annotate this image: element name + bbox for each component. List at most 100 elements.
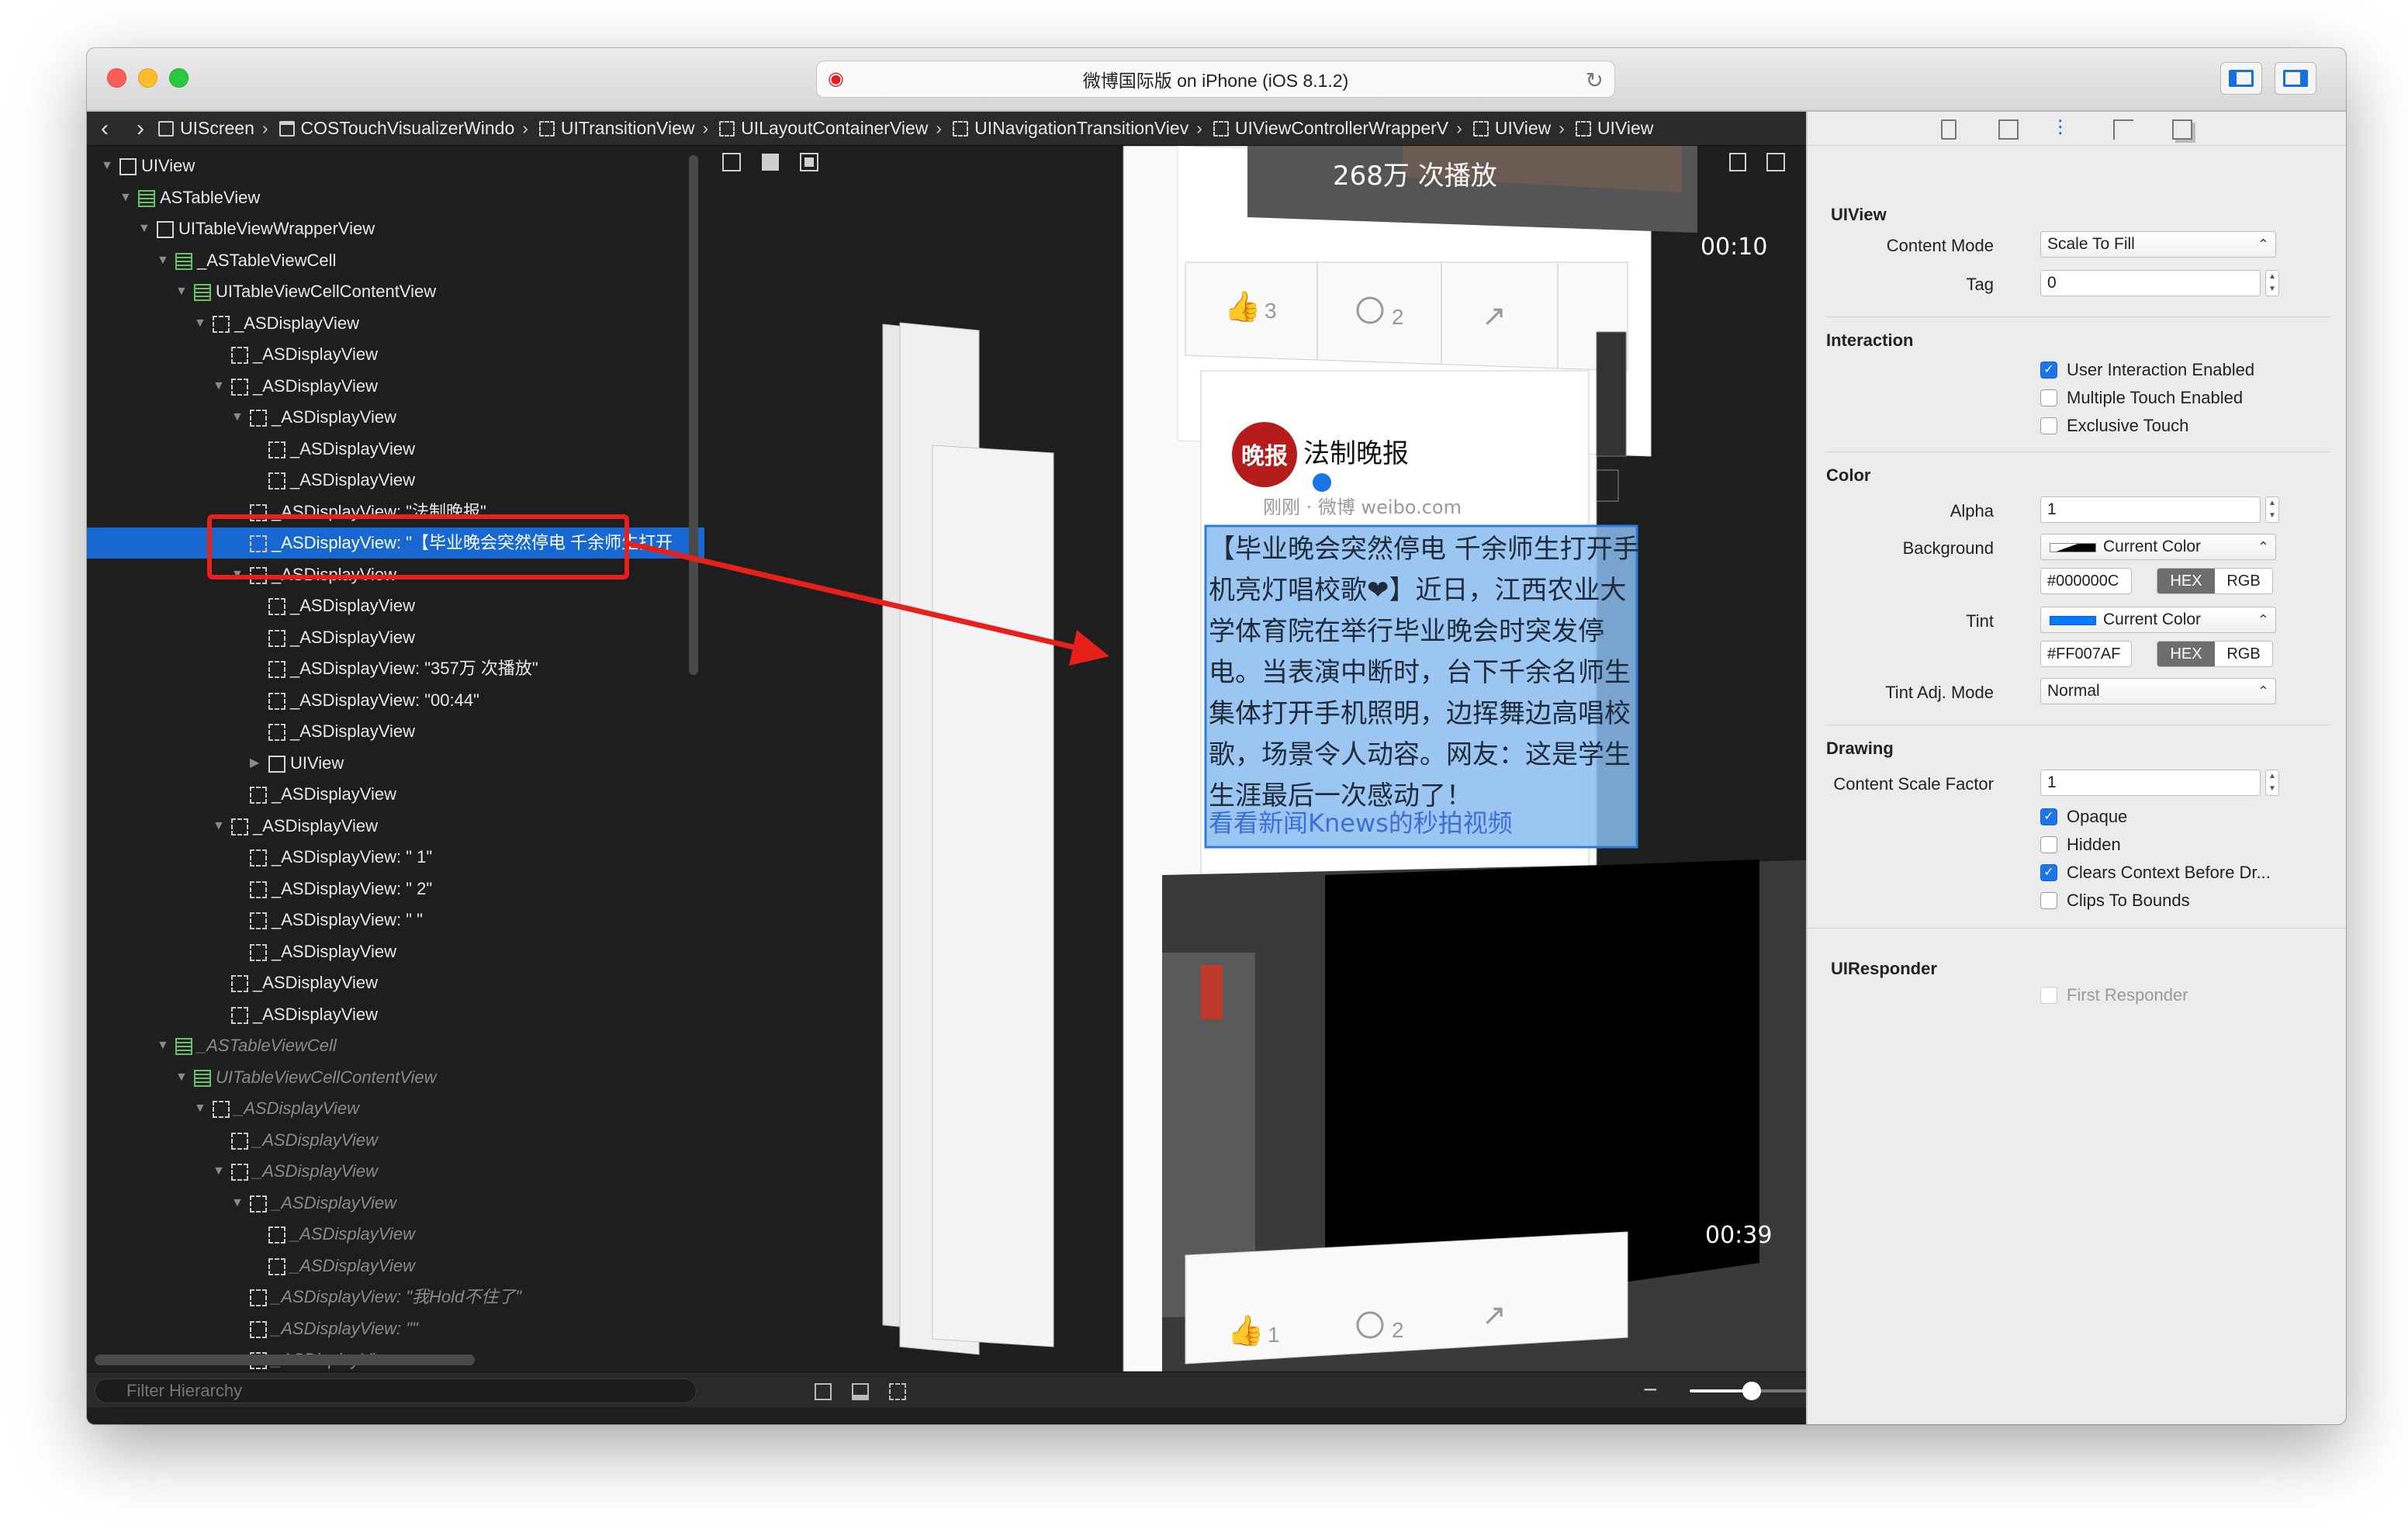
tree-row[interactable]: ▼ _ASDisplayView [87,811,704,842]
breadcrumb-item[interactable]: UILayoutContainerView › [719,118,946,139]
tree-row[interactable]: ▼ _ASDisplayView [87,402,704,433]
resize-icon[interactable] [1766,153,1785,171]
multiple-touch-checkbox[interactable]: Multiple Touch Enabled [2040,386,2243,410]
tree-row[interactable]: _ASDisplayView [87,936,704,967]
tree-row[interactable]: ▼ UITableViewCellContentView [87,1062,704,1093]
tree-row[interactable]: _ASDisplayView [87,999,704,1030]
show-wireframe-icon[interactable] [889,1383,906,1400]
tree-row[interactable]: _ASDisplayView [87,779,704,810]
disclosure-triangle-icon[interactable]: ▼ [101,150,113,182]
back-arrow-icon[interactable]: ‹ [87,116,123,142]
disclosure-triangle-icon[interactable]: ▶ [250,748,259,779]
breadcrumb-item[interactable]: UITransitionView › [538,118,713,139]
tree-horizontal-scrollbar[interactable] [95,1354,475,1365]
tree-row[interactable]: ▼ ASTableView [87,182,704,213]
first-responder-checkbox[interactable]: First Responder [2040,984,2188,1007]
tree-row[interactable]: _ASDisplayView: "" [87,1313,704,1344]
orientation-icon[interactable] [1729,153,1746,171]
object-inspector-icon[interactable] [2172,119,2192,140]
disclosure-triangle-icon[interactable]: ▼ [213,1156,225,1187]
tint-adj-select[interactable]: Normal [2040,678,2276,704]
toggle-navigator-button[interactable] [2220,62,2262,95]
tint-format-toggle[interactable]: HEX RGB [2157,641,2273,667]
breadcrumb-item[interactable]: UIViewControllerWrapperV › [1213,118,1467,139]
clears-context-checkbox[interactable]: ✓ Clears Context Before Dr... [2040,861,2271,884]
disclosure-triangle-icon[interactable]: ▼ [194,308,206,339]
background-format-toggle[interactable]: HEX RGB [2157,568,2273,594]
tree-row[interactable]: _ASDisplayView [87,434,704,465]
forward-arrow-icon[interactable]: › [123,116,158,142]
tree-row[interactable]: _ASDisplayView: "我Hold不住了" [87,1282,704,1313]
tag-stepper[interactable]: ▲ ▼ [2265,270,2279,296]
tree-row[interactable]: ▼ UIView [87,150,704,182]
disclosure-triangle-icon[interactable]: ▼ [213,371,225,402]
reload-icon[interactable]: ↻ [1586,67,1604,93]
tree-row[interactable]: _ASDisplayView [87,1125,704,1156]
tree-row[interactable]: ▼ UITableViewCellContentView [87,276,704,307]
disclosure-triangle-icon[interactable]: ▼ [213,811,225,842]
file-inspector-icon[interactable] [1941,119,1956,140]
tree-row[interactable]: ▼ _ASTableViewCell [87,1030,704,1061]
tree-vertical-scrollbar[interactable] [689,155,698,675]
disclosure-triangle-icon[interactable]: ▼ [175,276,188,307]
dropdown-chevron-icon[interactable] [1596,469,1619,502]
hidden-checkbox[interactable]: Hidden [2040,833,2121,856]
user-interaction-checkbox[interactable]: ✓ User Interaction Enabled [2040,358,2254,382]
wireframe-toggle-icon[interactable] [722,153,741,171]
content-scale-field[interactable]: 1 [2040,770,2261,796]
exclusive-touch-checkbox[interactable]: Exclusive Touch [2040,414,2188,438]
breadcrumb-item[interactable]: UINavigationTransitionViev › [953,118,1207,139]
disclosure-triangle-icon[interactable]: ▼ [175,1062,188,1093]
content-toggle-icon[interactable] [762,154,779,171]
content-scale-stepper[interactable]: ▲ ▼ [2265,770,2279,796]
tint-hex-field[interactable]: #FF007AF [2040,641,2132,667]
tree-row[interactable]: _ASDisplayView: " " [87,905,704,936]
close-window-button[interactable] [107,68,126,88]
content-mode-select[interactable]: Scale To Fill [2040,231,2276,258]
tree-row[interactable]: _ASDisplayView [87,967,704,998]
disclosure-triangle-icon[interactable]: ▼ [119,182,132,213]
tree-row[interactable]: _ASDisplayView [87,1251,704,1282]
background-hex-field[interactable]: #000000C [2040,568,2132,594]
tree-row[interactable]: ▼ _ASTableViewCell [87,245,704,276]
alpha-stepper[interactable]: ▲ ▼ [2265,496,2279,523]
attributes-tab-icon[interactable] [1998,119,2019,140]
tree-row[interactable]: _ASDisplayView [87,1219,704,1250]
tree-row[interactable]: _ASDisplayView [87,622,704,653]
tree-row[interactable]: _ASDisplayView: "357万 次播放" [87,653,704,684]
disclosure-triangle-icon[interactable]: ▼ [194,1093,206,1124]
disclosure-triangle-icon[interactable]: ▼ [157,245,169,276]
tree-row[interactable]: _ASDisplayView: " 1" [87,842,704,873]
3d-view-canvas[interactable]: 268万 次播放 00:10 👍 3 2 ↗ 晚报 法制晚报 刚刚 · 微博 w… [704,146,1806,1372]
toggle-inspector-button[interactable] [2275,62,2316,95]
video-link[interactable]: 看看新闻Knews的秒拍视频 [1209,804,1643,839]
tree-row[interactable]: _ASDisplayView: "00:44" [87,685,704,716]
tree-row[interactable]: ▼ _ASDisplayView [87,371,704,402]
tree-row[interactable]: _ASDisplayView: "法制晚报" [87,496,704,528]
disclosure-triangle-icon[interactable]: ▼ [138,213,150,244]
show-constraints-icon[interactable] [815,1383,832,1400]
tree-row[interactable]: ▼ _ASDisplayView [87,308,704,339]
tree-row[interactable]: _ASDisplayView: " 2" [87,874,704,905]
tree-row[interactable]: _ASDisplayView [87,590,704,621]
zoom-slider-knob[interactable] [1742,1382,1761,1400]
clips-to-bounds-checkbox[interactable]: Clips To Bounds [2040,889,2190,912]
tree-row[interactable]: _ASDisplayView [87,716,704,747]
filter-hierarchy-input[interactable] [95,1379,697,1403]
breadcrumb-item[interactable]: COSTouchVisualizerWindo › [279,118,533,139]
tree-row[interactable]: _ASDisplayView [87,339,704,370]
zoom-out-icon[interactable]: − [1643,1375,1658,1404]
breadcrumb-item[interactable]: UIView [1575,118,1653,139]
tree-row[interactable]: ▼ _ASDisplayView [87,1188,704,1219]
size-inspector-icon[interactable] [2113,119,2133,140]
show-clipped-icon[interactable] [852,1383,869,1400]
disclosure-triangle-icon[interactable]: ▼ [231,1188,244,1219]
tree-row[interactable]: ▼ UITableViewWrapperView [87,213,704,244]
attributes-inspector-icon[interactable]: ⫶ [2057,116,2063,142]
breadcrumb-item[interactable]: UIScreen › [158,118,273,139]
breadcrumb-item[interactable]: UIView › [1472,118,1569,139]
zoom-window-button[interactable] [169,68,189,88]
disclosure-triangle-icon[interactable]: ▼ [231,402,244,433]
tree-row[interactable]: ▼ _ASDisplayView [87,559,704,590]
alpha-field[interactable]: 1 [2040,496,2261,523]
